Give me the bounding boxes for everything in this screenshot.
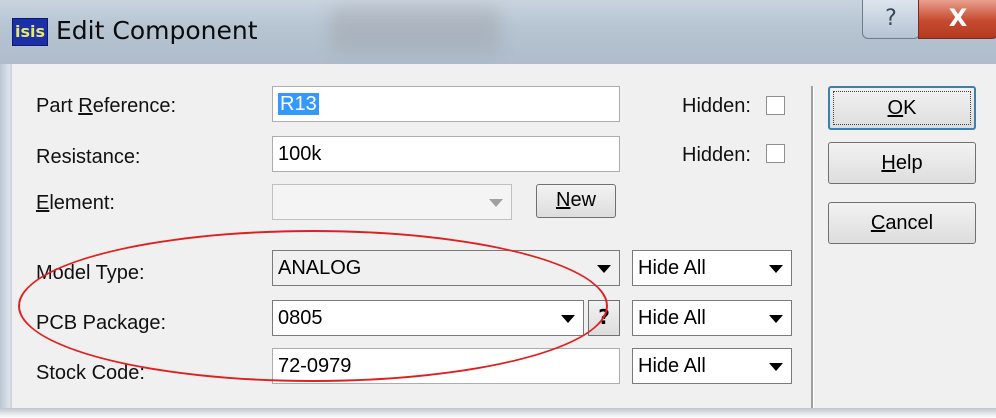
resistance-hidden-checkbox[interactable] xyxy=(766,144,785,163)
stock-code-visibility-value: Hide All xyxy=(638,355,706,377)
stock-code-label: Stock Code: xyxy=(36,362,145,384)
model-type-value: ANALOG xyxy=(278,257,362,279)
chevron-down-icon xyxy=(769,315,783,323)
pcb-package-select[interactable]: 0805 xyxy=(272,300,584,336)
model-type-visibility-select[interactable]: Hide All xyxy=(632,250,792,286)
stock-code-input[interactable]: 72-0979 xyxy=(272,348,620,384)
model-type-select[interactable]: ANALOG xyxy=(272,250,620,286)
focus-rectangle xyxy=(833,91,971,125)
stock-code-visibility-select[interactable]: Hide All xyxy=(632,348,792,384)
part-reference-input[interactable]: R13 xyxy=(272,86,620,122)
ok-button[interactable]: OK xyxy=(828,86,976,130)
chevron-down-icon xyxy=(769,265,783,273)
chevron-down-icon xyxy=(769,363,783,371)
help-button[interactable]: Help xyxy=(828,142,976,184)
resistance-label: Resistance: xyxy=(36,146,141,168)
pcb-package-help-button[interactable]: ? xyxy=(588,300,620,336)
model-type-label: Model Type: xyxy=(36,262,145,284)
element-select[interactable] xyxy=(272,184,512,220)
resistance-hidden-label: Hidden: xyxy=(682,144,751,166)
new-element-button[interactable]: New xyxy=(536,184,616,218)
context-help-button[interactable]: ? xyxy=(862,0,920,39)
close-button[interactable]: X xyxy=(918,0,996,39)
edit-component-window: isis Edit Component ? X Part Reference: … xyxy=(0,0,996,410)
resistance-input[interactable]: 100k xyxy=(272,136,620,172)
isis-app-icon: isis xyxy=(12,18,48,46)
part-reference-label: Part Reference: xyxy=(36,95,177,117)
chevron-down-icon xyxy=(597,265,611,273)
part-reference-value: R13 xyxy=(278,93,319,115)
window-frame-left xyxy=(0,64,10,410)
part-reference-hidden-checkbox[interactable] xyxy=(766,96,785,115)
chevron-down-icon xyxy=(489,199,503,207)
pcb-package-label: PCB Package: xyxy=(36,312,167,334)
title-bar[interactable]: isis Edit Component ? X xyxy=(0,0,996,64)
background-blur xyxy=(330,6,500,52)
window-shadow-bottom xyxy=(0,408,996,418)
chevron-down-icon xyxy=(561,315,575,323)
pcb-package-visibility-value: Hide All xyxy=(638,307,706,329)
window-title: Edit Component xyxy=(56,16,258,45)
pcb-package-visibility-select[interactable]: Hide All xyxy=(632,300,792,336)
model-type-visibility-value: Hide All xyxy=(638,257,706,279)
element-label: Element: xyxy=(36,192,115,214)
part-reference-hidden-label: Hidden: xyxy=(682,95,751,117)
pcb-package-value: 0805 xyxy=(278,307,323,329)
cancel-button[interactable]: Cancel xyxy=(828,202,976,244)
vertical-separator xyxy=(811,86,814,410)
